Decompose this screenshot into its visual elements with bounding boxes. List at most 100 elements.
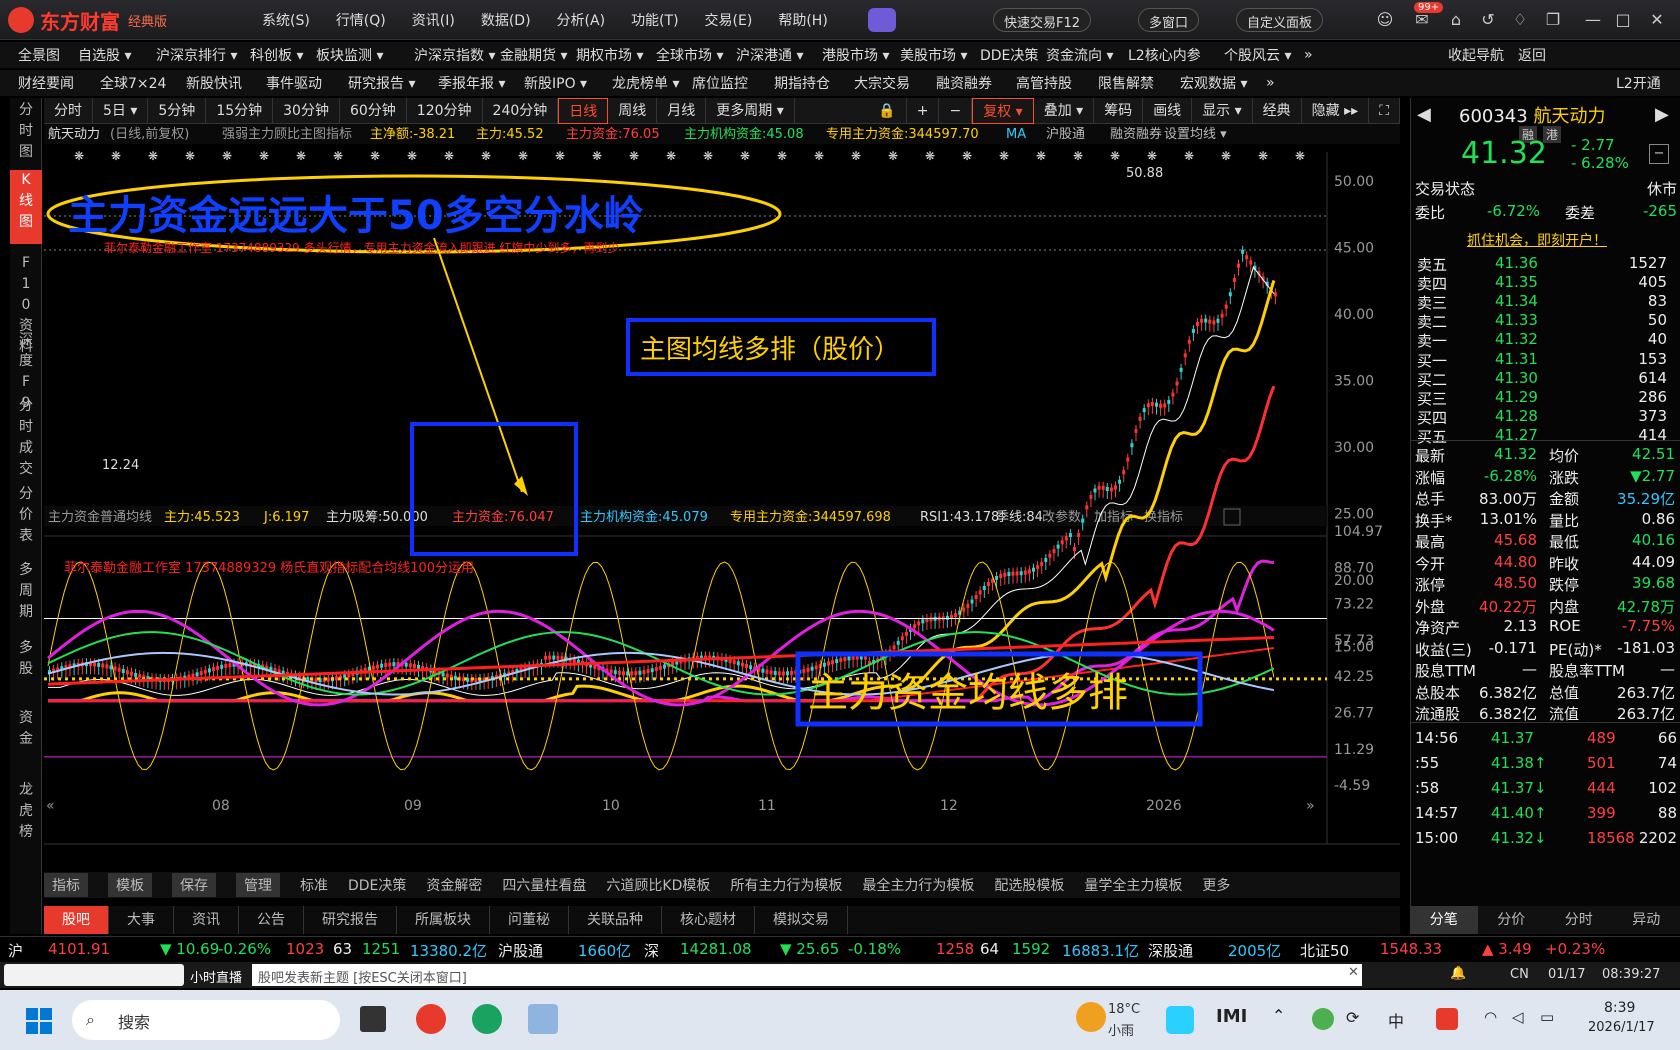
taskbar-search[interactable]: 搜索 xyxy=(72,1000,340,1040)
nav1-item-17[interactable]: 收起导航 xyxy=(1448,45,1504,65)
nav2-item-10[interactable]: 大宗交易 xyxy=(854,73,910,93)
template-tab-4[interactable]: 标准 xyxy=(300,875,328,895)
maximize-icon[interactable]: □ xyxy=(1613,10,1633,30)
nav1-item-10[interactable]: 港股市场 ▾ xyxy=(822,45,889,65)
collapse-icon[interactable]: − xyxy=(1649,144,1669,164)
ime-icon[interactable]: 中 xyxy=(1388,1008,1404,1032)
app3-icon[interactable] xyxy=(528,1004,558,1034)
nav1-item-6[interactable]: 金融期货 ▾ xyxy=(500,45,567,65)
menu-item-4[interactable]: 分析(A) xyxy=(557,10,606,30)
nav1-item-12[interactable]: DDE决策 xyxy=(980,45,1038,65)
nav2-item-14[interactable]: 宏观数据 ▾ xyxy=(1180,73,1247,93)
leftbar-item-8[interactable]: 资金 xyxy=(10,708,42,750)
leftbar-item-4[interactable]: 分时成交 xyxy=(10,396,42,480)
nav2-item-4[interactable]: 研究报告 ▾ xyxy=(348,73,415,93)
message-icon[interactable]: ✉ xyxy=(1412,10,1432,30)
tool-7[interactable]: 显示 ▾ xyxy=(1192,97,1253,124)
period-1[interactable]: 5日 ▾ xyxy=(93,97,149,124)
info-tab-8[interactable]: 核心题材 xyxy=(662,906,755,934)
nav1-item-0[interactable]: 全景图 xyxy=(18,45,60,65)
nav1-item-5[interactable]: 沪深京指数 ▾ xyxy=(414,45,495,65)
tool-2[interactable]: − xyxy=(939,97,973,124)
template-tab-0[interactable]: 指标 xyxy=(44,873,88,897)
wifi-icon[interactable]: ◠ xyxy=(1484,1008,1497,1026)
next-stock-icon[interactable]: ▶ xyxy=(1655,104,1669,125)
eastmoney-app-icon[interactable] xyxy=(416,1004,446,1034)
period-9[interactable]: 周线 xyxy=(608,97,658,124)
menu-item-1[interactable]: 行情(Q) xyxy=(336,10,386,30)
leftbar-item-6[interactable]: 多周期 xyxy=(10,560,42,623)
nav1-item-15[interactable]: 个股风云 ▾ xyxy=(1224,45,1291,65)
period-0[interactable]: 分时 xyxy=(44,97,93,124)
scroll-left-icon[interactable]: « xyxy=(46,798,55,814)
quote-tab-3[interactable]: 异动 xyxy=(1613,906,1680,934)
template-tab-12[interactable]: 量学全主力模板 xyxy=(1084,875,1182,895)
info-tab-0[interactable]: 股吧 xyxy=(44,906,109,934)
period-3[interactable]: 15分钟 xyxy=(206,97,274,124)
restore-icon[interactable]: ❐ xyxy=(1543,10,1563,30)
tool-1[interactable]: + xyxy=(907,97,940,124)
info-tab-7[interactable]: 关联品种 xyxy=(569,906,662,934)
leftbar-item-1[interactable]: K线图 xyxy=(10,170,42,244)
nav2-item-13[interactable]: 限售解禁 xyxy=(1098,73,1154,93)
kline-chart[interactable]: 航天动力 (日线,前复权) 强弱主力顾比主图指标 主净额:-38.21 主力:45.52… xyxy=(44,124,1400,864)
nav1-item-2[interactable]: 沪深京排行 ▾ xyxy=(156,45,237,65)
nav1-item-3[interactable]: 科创板 ▾ xyxy=(250,45,303,65)
custom-panel-button[interactable]: 自定义面板 xyxy=(1236,8,1324,32)
bell-icon[interactable]: 🔔 xyxy=(1450,966,1466,981)
info-tab-4[interactable]: 研究报告 xyxy=(304,906,397,934)
undo-icon[interactable]: ↺ xyxy=(1478,10,1498,30)
nav2-item-11[interactable]: 融资融券 xyxy=(936,73,992,93)
home-icon[interactable]: ⌂ xyxy=(1446,10,1466,30)
nav2-item-8[interactable]: 席位监控 xyxy=(692,73,748,93)
menu-item-2[interactable]: 资讯(I) xyxy=(412,10,455,30)
battery-icon[interactable]: ▭ xyxy=(1540,1008,1554,1026)
tool-4[interactable]: 叠加 ▾ xyxy=(1034,97,1095,124)
template-tab-9[interactable]: 所有主力行为模板 xyxy=(730,875,842,895)
nav2-item-3[interactable]: 事件驱动 xyxy=(266,73,322,93)
quote-tab-1[interactable]: 分价 xyxy=(1478,906,1546,934)
tool-5[interactable]: 筹码 xyxy=(1094,97,1144,124)
period-6[interactable]: 120分钟 xyxy=(407,97,483,124)
prev-stock-icon[interactable]: ◀ xyxy=(1417,104,1431,125)
info-tab-9[interactable]: 模拟交易 xyxy=(755,906,848,934)
period-11[interactable]: 更多周期 ▾ xyxy=(706,97,795,124)
tool-9[interactable]: 隐藏 ▸▸ xyxy=(1302,97,1370,124)
leftbar-item-9[interactable]: 龙虎榜 xyxy=(10,780,42,843)
tray-app1-icon[interactable] xyxy=(1166,1006,1194,1034)
nav2-item-7[interactable]: 龙虎榜单 ▾ xyxy=(612,73,679,93)
tray-expand-icon[interactable]: ⌃ xyxy=(1272,1006,1285,1025)
nav2-item-1[interactable]: 全球7×24 xyxy=(100,73,166,93)
nav2-item-5[interactable]: 季报年报 ▾ xyxy=(438,73,505,93)
template-tab-5[interactable]: DDE决策 xyxy=(348,875,406,895)
menu-item-6[interactable]: 交易(E) xyxy=(705,10,753,30)
windows-start-icon[interactable] xyxy=(26,1008,52,1034)
nav1-item-8[interactable]: 全球市场 ▾ xyxy=(656,45,723,65)
info-tab-3[interactable]: 公告 xyxy=(239,906,304,934)
live-label[interactable]: 小时直播 xyxy=(190,967,242,986)
nav1-item-7[interactable]: 期权市场 ▾ xyxy=(576,45,643,65)
nav1-item-11[interactable]: 美股市场 ▾ xyxy=(900,45,967,65)
post-banner[interactable]: 股吧发表新主题 [按ESC关闭本窗口] xyxy=(252,964,1362,986)
template-tab-13[interactable]: 更多 xyxy=(1202,875,1230,895)
period-8[interactable]: 日线 xyxy=(558,97,609,124)
nav2-item-12[interactable]: 高管持股 xyxy=(1016,73,1072,93)
scroll-right-icon[interactable]: » xyxy=(1306,798,1315,814)
tool-0[interactable]: 🔒 xyxy=(868,97,907,124)
nav1-item-14[interactable]: L2核心内参 xyxy=(1128,45,1201,65)
nav1-item-1[interactable]: 自选股 ▾ xyxy=(78,45,131,65)
nav1-item-4[interactable]: 板块监测 ▾ xyxy=(316,45,383,65)
tray-app2-icon[interactable]: IMI xyxy=(1216,1006,1247,1034)
multi-window-button[interactable]: 多窗口 xyxy=(1138,8,1200,32)
user-icon[interactable]: ☺ xyxy=(1375,10,1395,30)
tool-6[interactable]: 画线 xyxy=(1143,97,1193,124)
tool-8[interactable]: 经典 xyxy=(1253,97,1302,124)
banner-close-icon[interactable]: ✕ xyxy=(1348,965,1359,980)
nav2-item-15[interactable]: » xyxy=(1266,75,1275,91)
period-5[interactable]: 60分钟 xyxy=(340,97,407,124)
nav2-item-6[interactable]: 新股IPO ▾ xyxy=(524,73,587,93)
volume-icon[interactable]: ◁ xyxy=(1512,1008,1524,1026)
quote-tab-0[interactable]: 分笔 xyxy=(1410,906,1478,934)
template-tab-3[interactable]: 管理 xyxy=(236,873,280,897)
template-tab-7[interactable]: 四六量柱看盘 xyxy=(502,875,586,895)
